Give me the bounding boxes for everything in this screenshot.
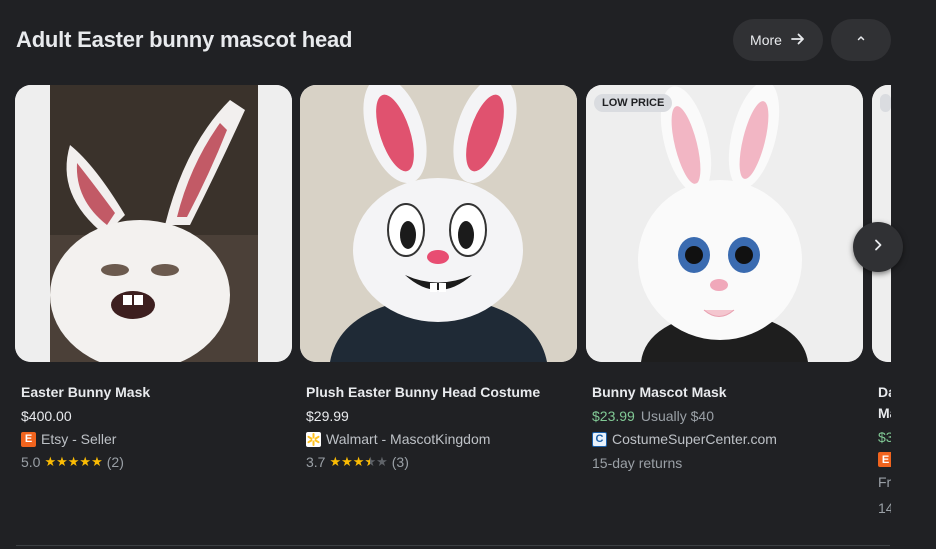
- product-title[interactable]: Plush Easter Bunny Head Costume: [306, 384, 540, 400]
- price-row: $400.00: [21, 408, 72, 424]
- product-card[interactable]: Easter Bunny Mask $400.00 E Etsy - Selle…: [15, 85, 292, 470]
- product-price: $23.99: [592, 408, 635, 424]
- price-row: $23.99 Usually $40: [592, 408, 714, 424]
- returns-info: 14: [878, 500, 891, 516]
- costume-super-center-icon: C: [592, 431, 607, 447]
- product-card[interactable]: LOW PRICE Bunny Mascot Mask $23.99 Usuall…: [586, 85, 863, 471]
- product-title[interactable]: Da: [878, 384, 891, 400]
- product-title-line2[interactable]: Ma: [878, 405, 891, 421]
- seller-row: E Etsy - Seller: [21, 431, 116, 447]
- section-title: Adult Easter bunny mascot head: [16, 27, 353, 52]
- seller-name: Walmart - MascotKingdom: [326, 431, 491, 447]
- badge: [880, 94, 891, 112]
- price-row: $3: [878, 429, 891, 445]
- seller-row: C CostumeSuperCenter.com: [592, 431, 777, 447]
- product-price: $29.99: [306, 408, 349, 424]
- usual-price: Usually $40: [640, 408, 714, 424]
- chevron-right-icon: [871, 238, 885, 257]
- more-button[interactable]: More: [733, 19, 823, 61]
- carousel-next-button[interactable]: [853, 222, 903, 272]
- collapse-button[interactable]: [831, 19, 891, 61]
- rating-row: 3.7 ★★★★★★ (3): [306, 454, 409, 470]
- rating-value: 3.7: [306, 454, 326, 470]
- product-title[interactable]: Easter Bunny Mask: [21, 384, 150, 400]
- product-image[interactable]: LOW PRICE: [586, 85, 863, 362]
- seller-name: CostumeSuperCenter.com: [612, 431, 777, 447]
- review-count: (2): [106, 454, 124, 470]
- etsy-icon: E: [878, 452, 891, 467]
- chevron-up-icon: [855, 31, 867, 49]
- product-image[interactable]: [15, 85, 292, 362]
- low-price-badge: LOW PRICE: [594, 94, 673, 112]
- product-carousel: Easter Bunny Mask $400.00 E Etsy - Selle…: [15, 85, 891, 525]
- rating-value: 5.0: [21, 454, 41, 470]
- returns-info: 15-day returns: [592, 455, 683, 471]
- star-rating-icon: ★★★★★: [44, 454, 103, 469]
- rating-row: 5.0 ★★★★★ (2): [21, 454, 124, 470]
- star-rating-icon: ★★★★★★: [329, 454, 388, 469]
- shopping-header: Adult Easter bunny mascot head More: [16, 18, 892, 62]
- product-price: $3: [878, 429, 891, 445]
- seller-row: E: [878, 452, 891, 467]
- arrow-right-icon: [790, 31, 806, 50]
- shipping-info: Fr: [878, 474, 891, 490]
- seller-row: Walmart - MascotKingdom: [306, 431, 490, 447]
- review-count: (3): [391, 454, 409, 470]
- price-row: $29.99: [306, 408, 349, 424]
- product-image[interactable]: [300, 85, 577, 362]
- product-title[interactable]: Bunny Mascot Mask: [592, 384, 727, 400]
- more-button-label: More: [750, 32, 782, 48]
- product-price: $400.00: [21, 408, 72, 424]
- divider: [16, 545, 890, 546]
- seller-name: Etsy - Seller: [41, 431, 117, 447]
- product-card[interactable]: Plush Easter Bunny Head Costume $29.99 W…: [300, 85, 577, 470]
- etsy-icon: E: [21, 431, 36, 447]
- walmart-icon: [306, 431, 321, 447]
